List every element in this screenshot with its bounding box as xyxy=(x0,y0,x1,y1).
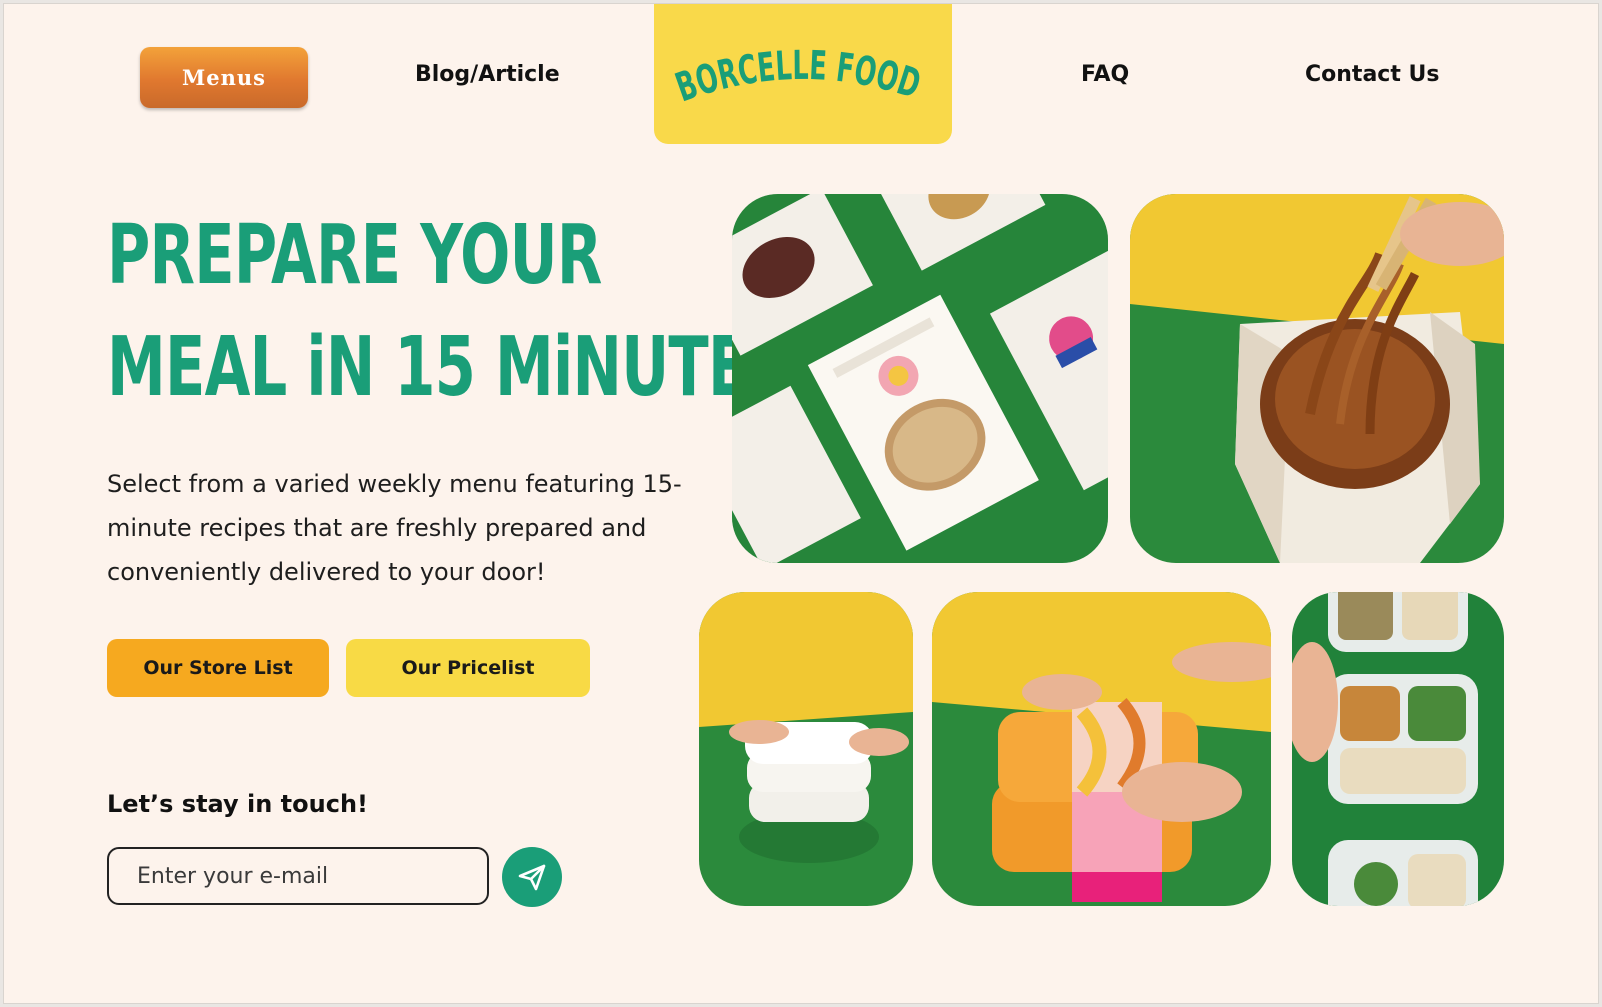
photo-packaged-meals xyxy=(732,194,1108,563)
send-button[interactable] xyxy=(502,847,562,907)
photo-stacked-containers xyxy=(699,592,913,906)
svg-text:BORCELLE FOOD: BORCELLE FOOD xyxy=(670,43,926,111)
nav-contact-link[interactable]: Contact Us xyxy=(1305,62,1439,87)
pricelist-button[interactable]: Our Pricelist xyxy=(346,639,590,697)
landing-page: Menus Blog/Article BORCELLE FOOD FAQ Con… xyxy=(4,4,1598,1003)
hero-title-line-1: PREPARE YOUR xyxy=(107,208,602,303)
photo-meal-trays xyxy=(1292,592,1504,906)
logo-text: BORCELLE FOOD xyxy=(670,43,926,111)
store-list-button[interactable]: Our Store List xyxy=(107,639,329,697)
nav-faq-link[interactable]: FAQ xyxy=(1081,62,1129,87)
hero-title-line-2: MEAL iN 15 MiNUTES xyxy=(107,320,790,415)
paper-plane-icon xyxy=(518,864,546,891)
hero-description: Select from a varied weekly menu featuri… xyxy=(107,470,682,586)
logo-wordmark: BORCELLE FOOD xyxy=(670,43,926,111)
brand-logo[interactable]: BORCELLE FOOD xyxy=(654,4,952,144)
hero-title: PREPARE YOUR MEAL iN 15 MiNUTES xyxy=(107,200,790,424)
nav-blog-link[interactable]: Blog/Article xyxy=(415,62,560,87)
newsletter-heading: Let’s stay in touch! xyxy=(107,790,368,818)
email-input[interactable] xyxy=(107,847,489,905)
photo-orange-containers xyxy=(932,592,1271,906)
menus-button[interactable]: Menus xyxy=(140,47,308,108)
photo-noodle-box xyxy=(1130,194,1504,563)
